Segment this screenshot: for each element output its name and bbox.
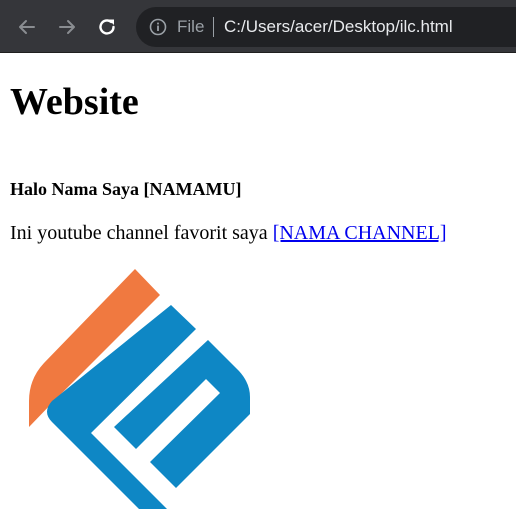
page-content: Website Halo Nama Saya [NAMAMU] Ini yout…: [0, 54, 516, 509]
greeting-text: Halo Nama Saya [NAMAMU]: [10, 179, 242, 199]
browser-toolbar: File C:/Users/acer/Desktop/ilc.html: [0, 0, 516, 53]
reload-button[interactable]: [92, 12, 122, 42]
address-separator: [213, 17, 214, 37]
reload-icon: [99, 19, 115, 35]
page-heading: Website: [10, 81, 139, 123]
back-button[interactable]: [12, 12, 42, 42]
address-bar[interactable]: File C:/Users/acer/Desktop/ilc.html: [136, 7, 516, 47]
forward-button[interactable]: [52, 12, 82, 42]
url-text[interactable]: C:/Users/acer/Desktop/ilc.html: [224, 17, 453, 37]
scheme-label: File: [177, 17, 205, 36]
arrow-right-icon: [59, 20, 75, 34]
channel-paragraph: Ini youtube channel favorit saya [NAMA C…: [10, 221, 447, 245]
channel-text: Ini youtube channel favorit saya: [10, 222, 273, 244]
channel-link[interactable]: [NAMA CHANNEL]: [273, 222, 447, 244]
info-circle-icon[interactable]: [149, 18, 167, 36]
ilc-logo: [29, 269, 250, 509]
arrow-left-icon: [19, 20, 35, 34]
